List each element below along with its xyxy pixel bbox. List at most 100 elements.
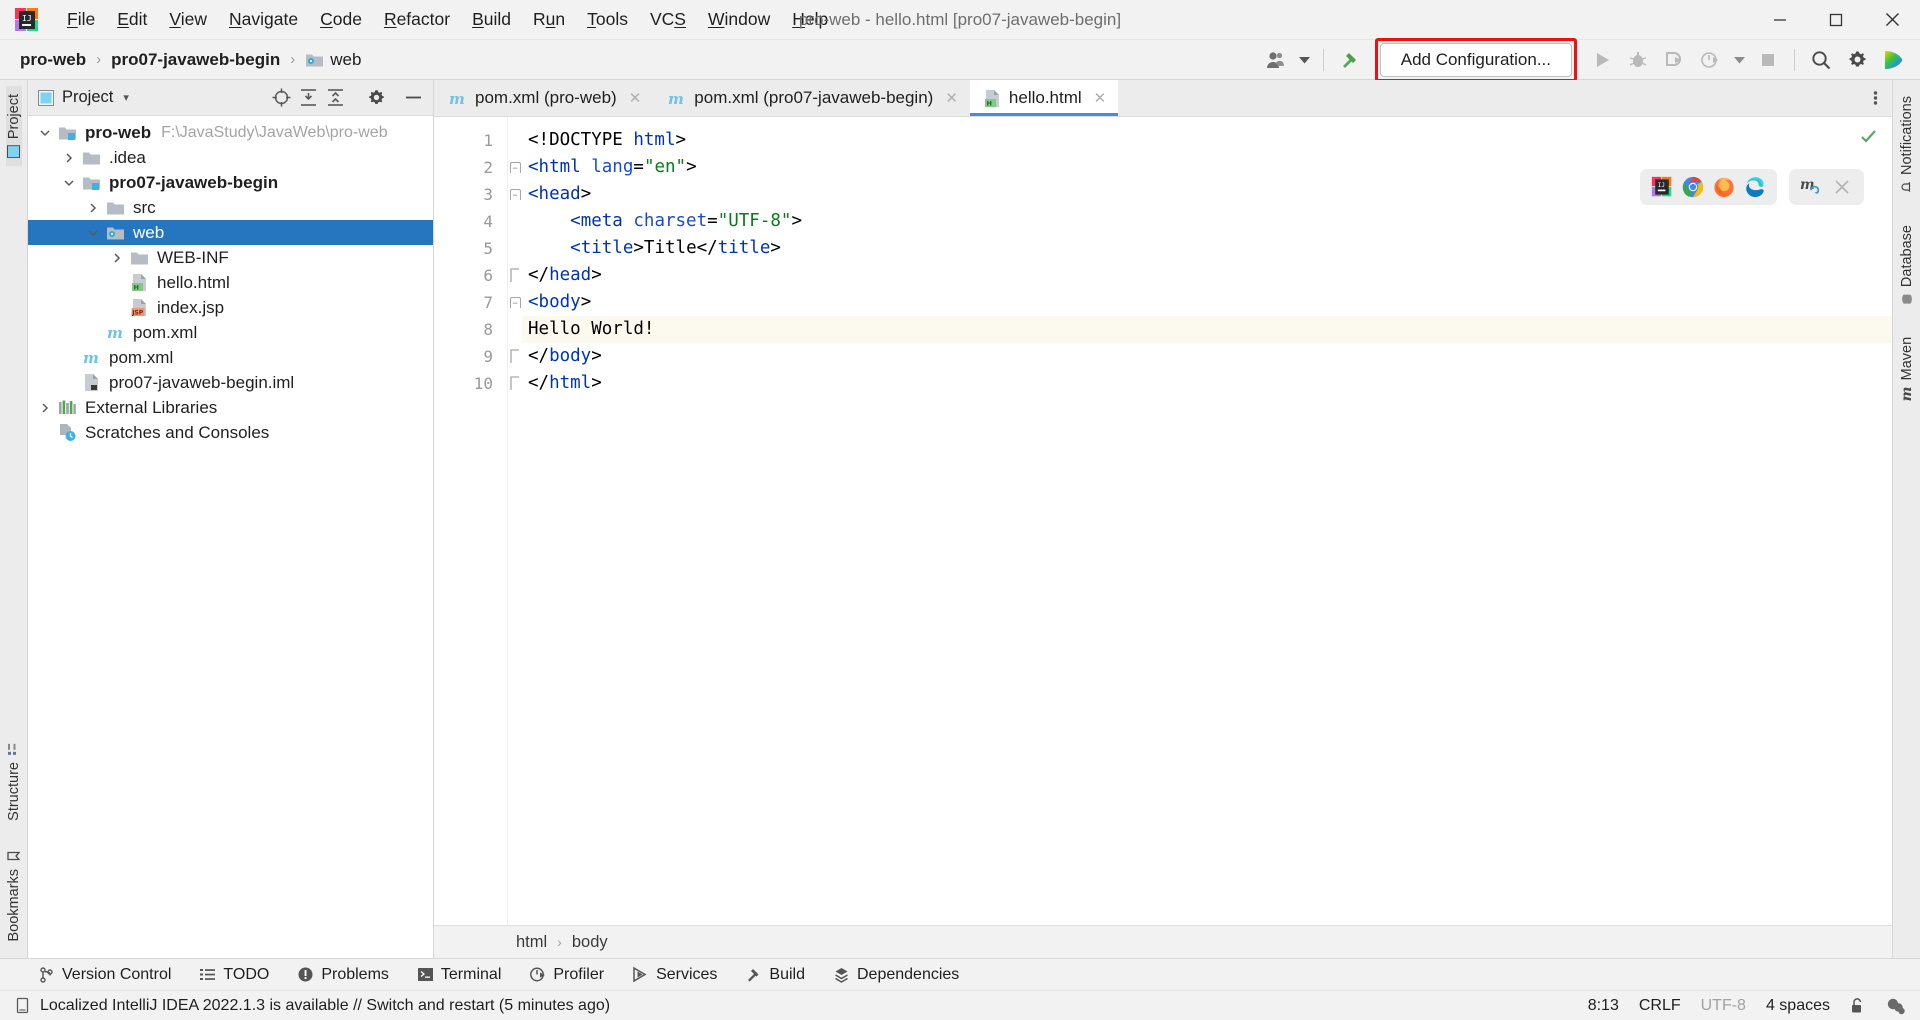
tree-node-idea[interactable]: .idea <box>28 145 433 170</box>
code-editor[interactable]: 1 2 3 4 5 6 7 8 9 10 − − − <!DOCTYPE html> <html lan… <box>434 117 1892 925</box>
menu-item-file[interactable]: File <box>56 5 106 34</box>
stripe-button-maven[interactable]: m Maven <box>1899 329 1915 409</box>
breadcrumb-item-html[interactable]: html <box>516 933 547 952</box>
tree-node-pom-xml[interactable]: m pom.xml <box>28 345 433 370</box>
tool-window-button-terminal[interactable]: Terminal <box>413 964 505 986</box>
code-fold-toggle[interactable] <box>508 343 522 370</box>
line-number[interactable]: 5 <box>434 235 507 262</box>
stop-icon[interactable] <box>1751 44 1785 76</box>
intellij-builtin-preview-icon[interactable]: IJ <box>1650 175 1674 199</box>
code-folding-gutter[interactable]: − − − <box>508 117 522 925</box>
dropdown-caret-icon[interactable] <box>1729 44 1749 76</box>
ok-check-icon[interactable] <box>1859 127 1878 146</box>
fold-minus-icon[interactable]: − <box>509 297 521 308</box>
line-number[interactable]: 8 <box>434 316 507 343</box>
tool-window-button-version-control[interactable]: Version Control <box>34 964 175 986</box>
code-line[interactable]: </html> <box>522 370 1892 397</box>
menu-item-window[interactable]: Window <box>697 5 781 34</box>
build-hammer-icon[interactable] <box>1333 44 1367 76</box>
line-number[interactable]: 6 <box>434 262 507 289</box>
tree-node-src[interactable]: src <box>28 195 433 220</box>
markdown-refresh-icon[interactable]: m <box>1799 175 1823 199</box>
add-configuration-button[interactable]: Add Configuration... <box>1379 42 1572 77</box>
chevron-down-icon[interactable] <box>58 177 80 189</box>
run-icon[interactable] <box>1585 44 1619 76</box>
tree-node-hello-html[interactable]: Hhello.html <box>28 270 433 295</box>
code-line[interactable]: <title>Title</title> <box>522 235 1892 262</box>
line-number[interactable]: 10 <box>434 370 507 397</box>
chevron-right-icon[interactable] <box>106 252 128 264</box>
tab-options-button[interactable] <box>1873 80 1892 116</box>
tree-node-web-inf[interactable]: WEB-INF <box>28 245 433 270</box>
profiler-icon[interactable] <box>1693 44 1727 76</box>
tool-window-button-dependencies[interactable]: Dependencies <box>829 964 963 986</box>
close-icon[interactable] <box>1830 175 1854 199</box>
menu-item-run[interactable]: Run <box>522 5 576 34</box>
code-text[interactable]: <!DOCTYPE html> <html lang="en"> <head> <m… <box>522 117 1892 925</box>
close-icon[interactable]: ✕ <box>1094 89 1107 107</box>
line-number[interactable]: 9 <box>434 343 507 370</box>
code-fold-toggle[interactable]: − <box>508 154 522 181</box>
caret-position[interactable]: 8:13 <box>1588 997 1619 1015</box>
dropdown-caret-icon[interactable] <box>1296 44 1314 76</box>
tool-window-button-problems[interactable]: Problems <box>293 964 393 986</box>
inspection-level-icon[interactable] <box>1886 997 1906 1015</box>
tool-window-button-profiler[interactable]: Profiler <box>525 964 608 986</box>
chevron-down-icon[interactable] <box>82 227 104 239</box>
menu-item-edit[interactable]: Edit <box>106 5 158 34</box>
run-with-coverage-icon[interactable] <box>1657 44 1691 76</box>
code-line[interactable]: <body> <box>522 289 1892 316</box>
stripe-button-notifications[interactable]: Notifications <box>1899 88 1915 201</box>
ide-feature-trainer-icon[interactable] <box>1876 44 1910 76</box>
tree-node-pom-xml[interactable]: m pom.xml <box>28 320 433 345</box>
menu-item-tools[interactable]: Tools <box>576 5 639 34</box>
menu-item-refactor[interactable]: Refactor <box>373 5 461 34</box>
collapse-all-icon[interactable] <box>326 88 345 107</box>
project-tree[interactable]: pro-web F:\JavaStudy\JavaWeb\pro-web .idea… <box>28 116 433 958</box>
menu-item-navigate[interactable]: Navigate <box>218 5 309 34</box>
tree-node-scratches-and-consoles[interactable]: Scratches and Consoles <box>28 420 433 445</box>
line-number[interactable]: 1 <box>434 127 507 154</box>
stripe-button-project[interactable]: Project <box>5 86 22 167</box>
firefox-icon[interactable] <box>1712 175 1736 199</box>
line-number[interactable]: 2 <box>434 154 507 181</box>
tool-window-button-build[interactable]: Build <box>741 964 809 986</box>
editor-tab-pom-xml-pro07-javaweb-begin[interactable]: m pom.xml (pro07-javaweb-begin) ✕ <box>653 80 970 116</box>
search-everywhere-icon[interactable] <box>1804 44 1838 76</box>
ide-notification-icon[interactable] <box>14 997 31 1014</box>
code-fold-toggle[interactable] <box>508 262 522 289</box>
hide-panel-icon[interactable] <box>404 88 423 107</box>
close-button[interactable] <box>1864 0 1920 40</box>
unlocked-padlock-icon[interactable] <box>1850 997 1866 1015</box>
file-encoding[interactable]: UTF-8 <box>1701 997 1746 1015</box>
menu-item-help[interactable]: Help <box>781 5 839 34</box>
chevron-right-icon[interactable] <box>82 202 104 214</box>
close-icon[interactable]: ✕ <box>945 89 958 107</box>
breadcrumb-item-web[interactable]: web <box>299 47 367 73</box>
google-chrome-icon[interactable] <box>1681 175 1705 199</box>
stripe-button-bookmarks[interactable]: Bookmarks <box>6 842 22 950</box>
tree-node-index-jsp[interactable]: JSP index.jsp <box>28 295 433 320</box>
line-number[interactable]: 7 <box>434 289 507 316</box>
tree-node-pro-web[interactable]: pro-web F:\JavaStudy\JavaWeb\pro-web <box>28 120 433 145</box>
menu-item-build[interactable]: Build <box>461 5 522 34</box>
settings-gear-icon[interactable] <box>1840 44 1874 76</box>
code-fold-toggle[interactable]: − <box>508 289 522 316</box>
close-icon[interactable]: ✕ <box>629 89 642 107</box>
stripe-button-database[interactable]: Database <box>1899 217 1915 313</box>
menu-item-view[interactable]: View <box>158 5 218 34</box>
tree-node-external-libraries[interactable]: External Libraries <box>28 395 433 420</box>
line-number[interactable]: 4 <box>434 208 507 235</box>
chevron-right-icon[interactable] <box>58 152 80 164</box>
tool-window-button-todo[interactable]: TODO <box>195 964 273 986</box>
fold-minus-icon[interactable]: − <box>509 189 521 200</box>
line-separator[interactable]: CRLF <box>1639 997 1681 1015</box>
indent-setting[interactable]: 4 spaces <box>1766 997 1830 1015</box>
tool-window-button-services[interactable]: Services <box>628 964 721 986</box>
chevron-down-icon[interactable] <box>34 127 56 139</box>
code-line[interactable]: <meta charset="UTF-8"> <box>522 208 1892 235</box>
fold-minus-icon[interactable]: − <box>509 162 521 173</box>
status-message[interactable]: Localized IntelliJ IDEA 2022.1.3 is avai… <box>40 997 610 1015</box>
code-fold-toggle[interactable] <box>508 370 522 397</box>
tree-node-pro07-javaweb-begin-iml[interactable]: pro07-javaweb-begin.iml <box>28 370 433 395</box>
